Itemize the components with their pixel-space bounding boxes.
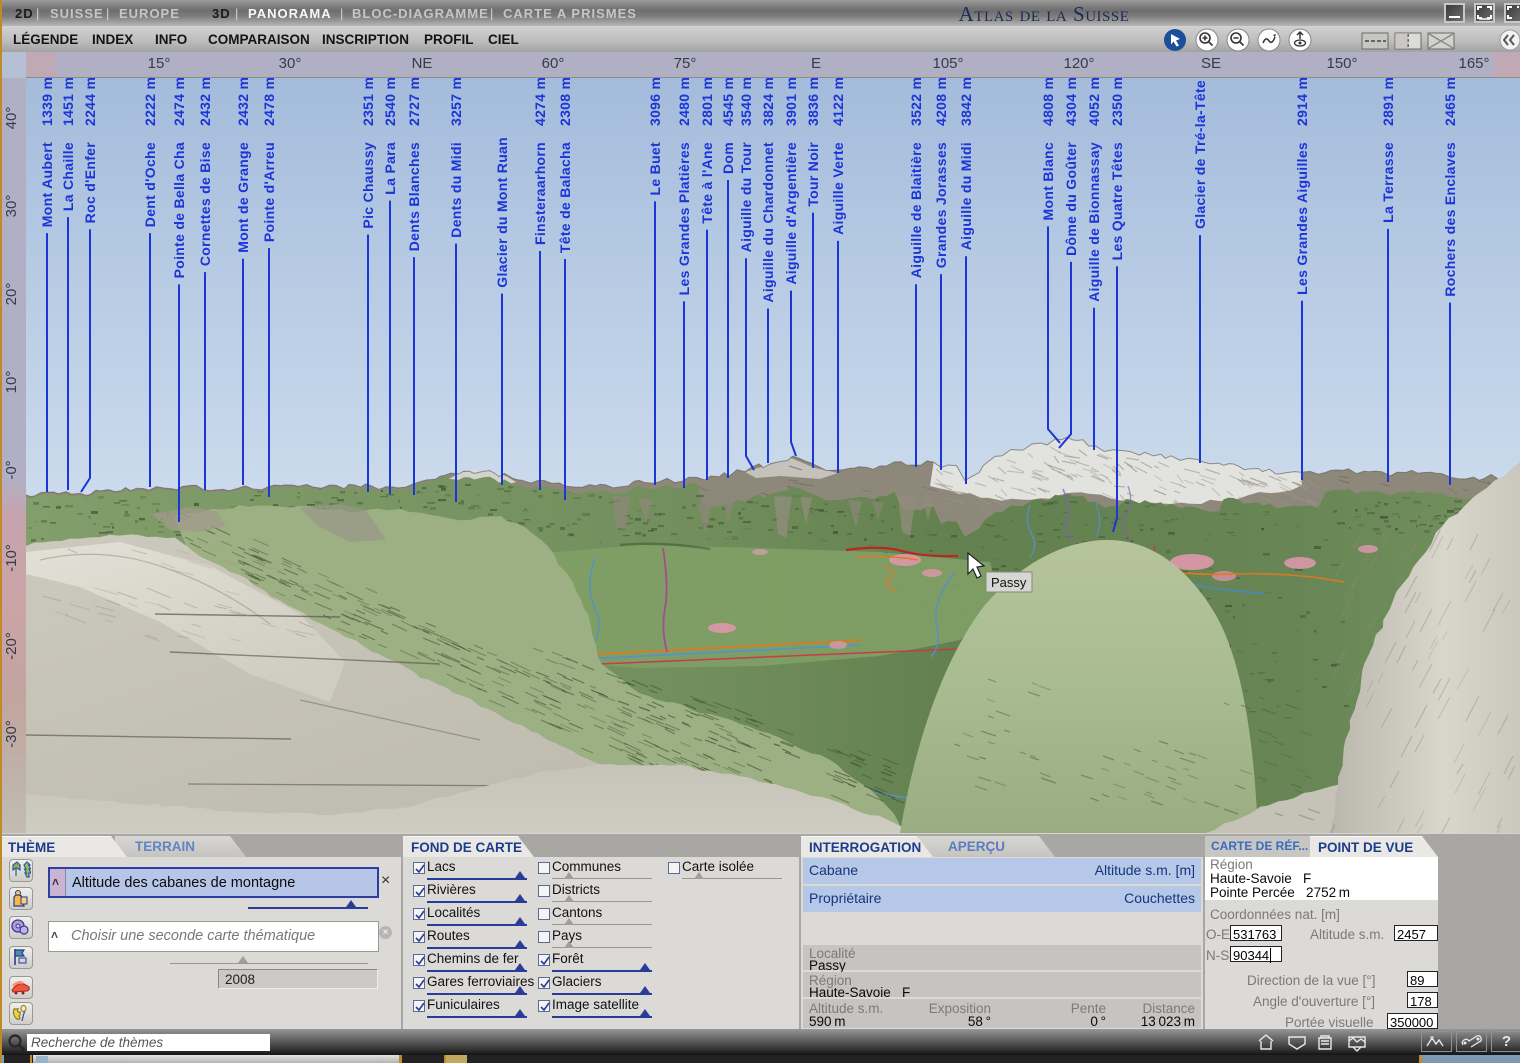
svg-text:Aiguille de Bionnassay: Aiguille de Bionnassay [1086, 142, 1102, 302]
svg-text:Aiguille de Blaitière: Aiguille de Blaitière [908, 142, 924, 278]
svg-text:La Chaille: La Chaille [60, 142, 76, 211]
svg-text:2914 m: 2914 m [1294, 78, 1310, 126]
svg-text:Les Quatre Têtes: Les Quatre Têtes [1109, 142, 1125, 260]
svg-text:La Para: La Para [382, 142, 398, 195]
svg-text:2465 m: 2465 m [1442, 78, 1458, 126]
svg-text:1451 m: 1451 m [60, 78, 76, 126]
svg-text:Pointe de Bella Cha: Pointe de Bella Cha [171, 142, 187, 278]
svg-text:Mont Blanc: Mont Blanc [1040, 142, 1056, 220]
svg-text:3836 m: 3836 m [805, 78, 821, 126]
svg-text:Finsteraarhorn: Finsteraarhorn [532, 142, 548, 245]
svg-text:1339 m: 1339 m [39, 78, 55, 126]
svg-text:Roc d'Enfer: Roc d'Enfer [82, 142, 98, 224]
svg-text:3540 m: 3540 m [738, 78, 754, 126]
svg-text:2432 m: 2432 m [197, 78, 213, 126]
svg-text:Rochers des Enclaves: Rochers des Enclaves [1442, 142, 1458, 297]
svg-text:2432 m: 2432 m [235, 78, 251, 126]
svg-text:Dents du Midi: Dents du Midi [448, 142, 464, 238]
svg-text:Mont Aubert: Mont Aubert [39, 142, 55, 227]
svg-text:Tête de Balacha: Tête de Balacha [557, 142, 573, 253]
svg-text:Passy: Passy [991, 575, 1027, 590]
svg-text:Tour Noir: Tour Noir [805, 142, 821, 207]
svg-text:2350 m: 2350 m [1109, 78, 1125, 126]
svg-text:Aiguille du Chardonnet: Aiguille du Chardonnet [760, 142, 776, 303]
svg-text:2891 m: 2891 m [1380, 78, 1396, 126]
svg-text:4808 m: 4808 m [1040, 78, 1056, 126]
svg-text:2801 m: 2801 m [699, 78, 715, 126]
svg-text:2474 m: 2474 m [171, 78, 187, 126]
svg-text:Pic Chaussy: Pic Chaussy [360, 142, 376, 229]
svg-text:Dom: Dom [720, 142, 736, 174]
svg-text:Aiguille du Tour: Aiguille du Tour [738, 142, 754, 253]
svg-text:Cornettes de Bise: Cornettes de Bise [197, 142, 213, 266]
svg-text:4052 m: 4052 m [1086, 78, 1102, 126]
svg-text:2478 m: 2478 m [261, 78, 277, 126]
svg-text:2308 m: 2308 m [557, 78, 573, 126]
svg-text:2351 m: 2351 m [360, 78, 376, 126]
svg-text:2540 m: 2540 m [382, 78, 398, 126]
svg-text:Glacier du Mont Ruan: Glacier du Mont Ruan [494, 137, 510, 288]
svg-text:4545 m: 4545 m [720, 78, 736, 126]
svg-text:3257 m: 3257 m [448, 78, 464, 126]
svg-text:2727 m: 2727 m [406, 78, 422, 126]
svg-text:2244 m: 2244 m [82, 78, 98, 126]
svg-text:Grandes Jorasses: Grandes Jorasses [933, 142, 949, 268]
svg-text:4208 m: 4208 m [933, 78, 949, 126]
svg-text:Le Buet: Le Buet [647, 142, 663, 195]
svg-text:Dent d'Oche: Dent d'Oche [142, 142, 158, 227]
svg-text:Pointe d'Arreu: Pointe d'Arreu [261, 142, 277, 242]
svg-text:Aiguille d'Argentière: Aiguille d'Argentière [783, 142, 799, 285]
svg-text:2480 m: 2480 m [676, 78, 692, 126]
svg-text:Les Grandes Aiguilles: Les Grandes Aiguilles [1294, 142, 1310, 295]
svg-text:Tête à l'Ane: Tête à l'Ane [699, 142, 715, 224]
svg-text:4304 m: 4304 m [1063, 78, 1079, 126]
svg-text:2222 m: 2222 m [142, 78, 158, 126]
svg-text:3522 m: 3522 m [908, 78, 924, 126]
svg-text:Aiguille Verte: Aiguille Verte [830, 142, 846, 235]
svg-text:3901 m: 3901 m [783, 78, 799, 126]
svg-text:Dents Blanches: Dents Blanches [406, 142, 422, 251]
svg-text:4274 m: 4274 m [532, 78, 548, 126]
svg-text:3842 m: 3842 m [958, 78, 974, 126]
svg-text:Aiguille du Midi: Aiguille du Midi [958, 142, 974, 250]
svg-text:Mont de Grange: Mont de Grange [235, 142, 251, 253]
svg-text:La Terrasse: La Terrasse [1380, 142, 1396, 223]
svg-text:4122 m: 4122 m [830, 78, 846, 126]
svg-text:Dôme du Goûter: Dôme du Goûter [1063, 142, 1079, 256]
svg-text:3824 m: 3824 m [760, 78, 776, 126]
svg-text:Glacier de Tré-la-Tête: Glacier de Tré-la-Tête [1192, 80, 1208, 229]
svg-text:Les Grandes Platières: Les Grandes Platières [676, 142, 692, 295]
svg-text:3096 m: 3096 m [647, 78, 663, 126]
